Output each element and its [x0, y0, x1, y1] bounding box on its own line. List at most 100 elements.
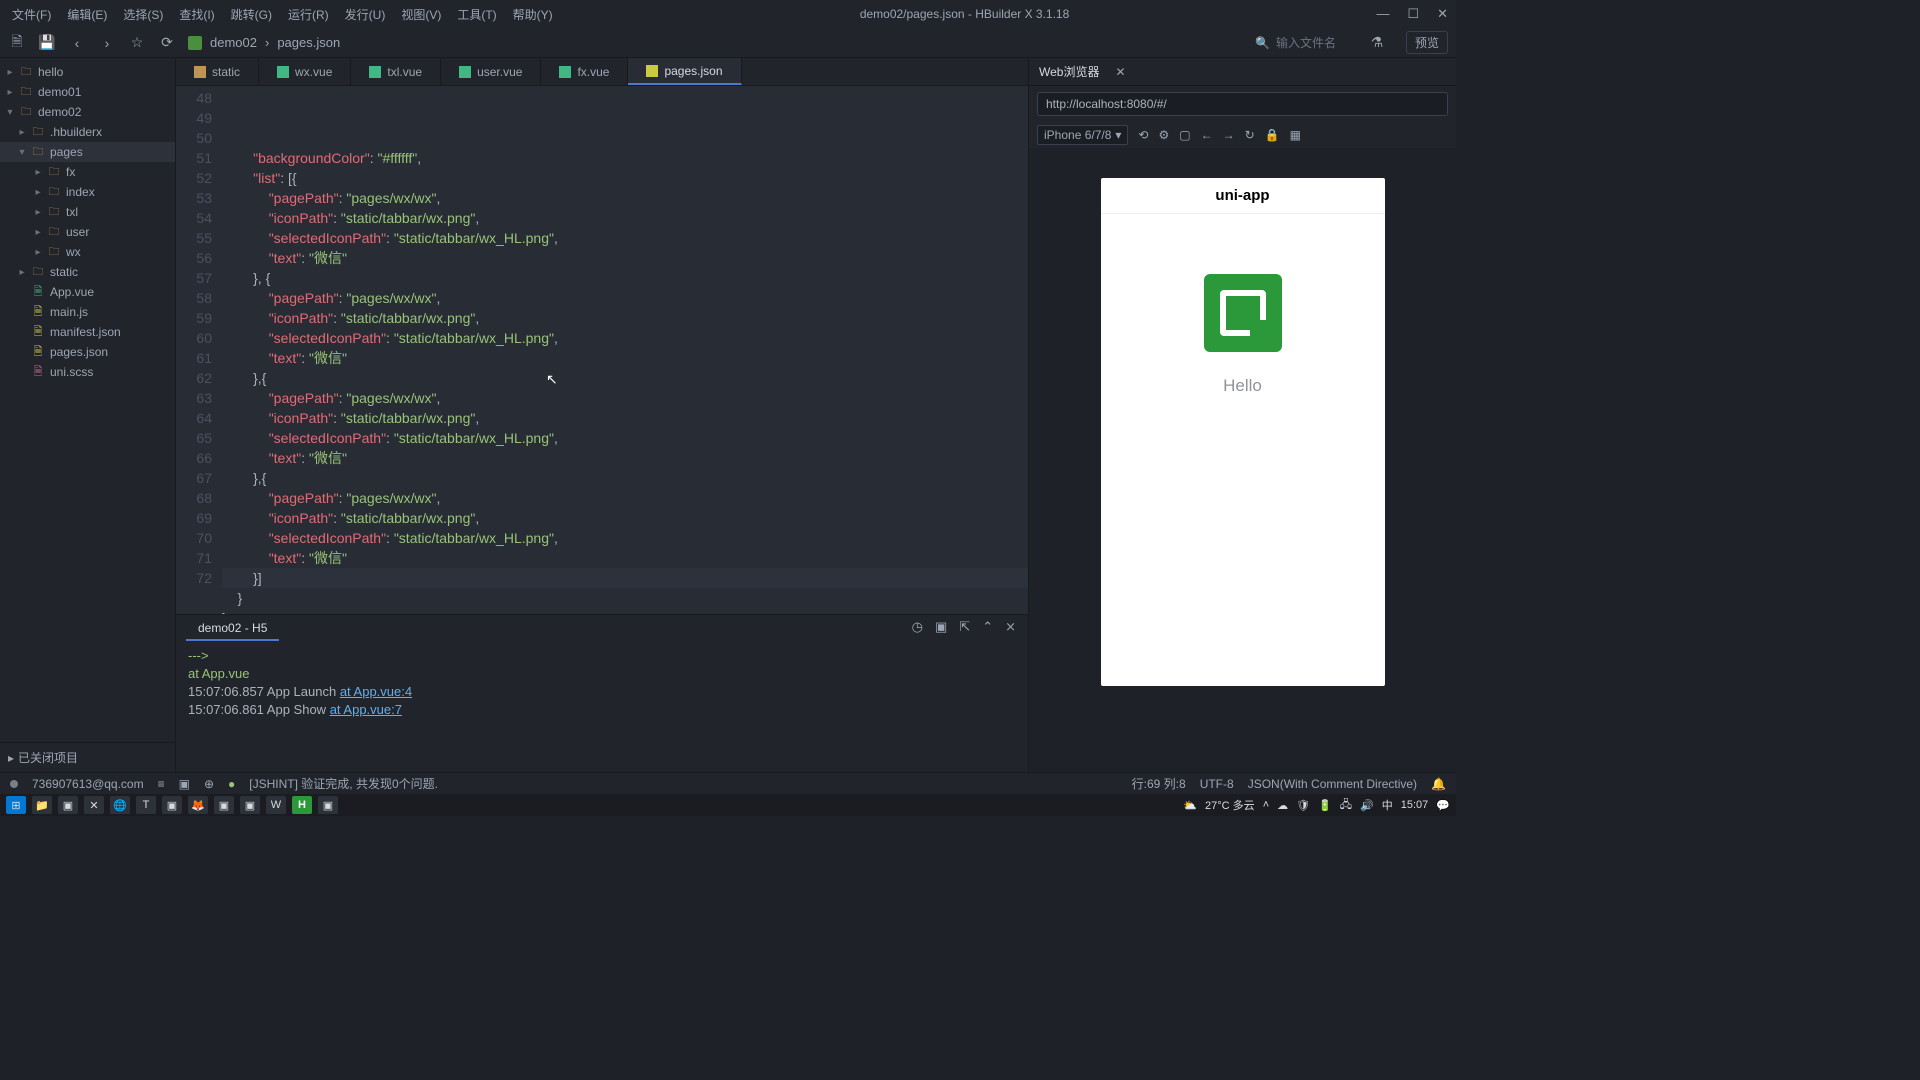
breadcrumb-file[interactable]: pages.json [277, 35, 340, 50]
maximize-icon[interactable]: ☐ [1407, 6, 1419, 22]
tree-item[interactable]: ▸🗀.hbuilderx [0, 122, 175, 142]
editor-tab[interactable]: user.vue [441, 58, 541, 85]
tree-item[interactable]: 🗎uni.scss [0, 362, 175, 382]
tree-item[interactable]: ▸🗀fx [0, 162, 175, 182]
tree-item[interactable]: 🗎manifest.json [0, 322, 175, 342]
menu-item[interactable]: 查找(I) [179, 6, 214, 23]
new-file-icon[interactable]: 🗎 [8, 34, 26, 52]
status-user[interactable]: 736907613@qq.com [32, 777, 144, 791]
tree-item[interactable]: 🗎pages.json [0, 342, 175, 362]
tree-item[interactable]: ▸🗀index [0, 182, 175, 202]
device-select[interactable]: iPhone 6/7/8 ▾ [1037, 125, 1128, 145]
taskbar-app-icon[interactable]: ✕ [84, 796, 104, 814]
notifications-icon[interactable]: 💬 [1436, 799, 1450, 812]
editor-tab[interactable]: static [176, 58, 259, 85]
tray-chevron-icon[interactable]: ˄ [1263, 799, 1269, 811]
cursor-position[interactable]: 行:69 列:8 [1132, 775, 1186, 792]
minimize-icon[interactable]: — [1376, 6, 1389, 22]
clock[interactable]: 15:07 [1401, 799, 1429, 811]
taskbar-app-icon[interactable]: ▣ [58, 796, 78, 814]
system-tray[interactable]: ⛅ 27°C 多云 ˄ ☁ 🛡 🔋 🖧 🔊 中 15:07 💬 [1183, 796, 1450, 815]
globe-icon[interactable]: ⊕ [204, 777, 214, 791]
indent-icon[interactable]: ≡ [158, 777, 165, 791]
tree-item[interactable]: ▸🗀demo01 [0, 82, 175, 102]
start-icon[interactable]: ⊞ [6, 796, 26, 814]
console-output[interactable]: ---> at App.vue15:07:06.857 App Launch a… [176, 641, 1028, 772]
code-editor[interactable]: 4849505152535455565758596061626364656667… [176, 86, 1028, 614]
phone-preview[interactable]: uni-app Hello [1101, 178, 1385, 686]
menu-item[interactable]: 选择(S) [123, 6, 163, 23]
tray-battery-icon[interactable]: 🔋 [1318, 799, 1332, 812]
browser-window-icon[interactable]: ▢ [1179, 128, 1190, 142]
tree-item[interactable]: ▸🗀txl [0, 202, 175, 222]
menu-item[interactable]: 运行(R) [288, 6, 329, 23]
browser-refresh-icon[interactable]: ⟲ [1138, 128, 1148, 142]
terminal-icon[interactable]: ▣ [179, 777, 190, 791]
taskbar-app-icon[interactable]: 🦊 [188, 796, 208, 814]
taskbar-app-icon[interactable]: ▣ [318, 796, 338, 814]
console-clock-icon[interactable]: ◷ [912, 619, 923, 635]
console-stop-icon[interactable]: ▣ [935, 619, 947, 635]
editor-tab[interactable]: txl.vue [351, 58, 441, 85]
browser-grid-icon[interactable]: ▦ [1290, 128, 1301, 142]
menu-item[interactable]: 帮助(Y) [513, 6, 553, 23]
taskbar-app-icon[interactable]: T [136, 796, 156, 814]
hbuilder-taskbar-icon[interactable]: H [292, 796, 312, 814]
editor-tab[interactable]: fx.vue [541, 58, 628, 85]
tree-item[interactable]: ▸🗀static [0, 262, 175, 282]
star-icon[interactable]: ☆ [128, 34, 146, 52]
tray-security-icon[interactable]: 🛡 [1296, 799, 1310, 812]
menu-item[interactable]: 视图(V) [401, 6, 441, 23]
console-close-icon[interactable]: ⨯ [1005, 619, 1016, 635]
browser-lock-icon[interactable]: 🔒 [1265, 128, 1280, 142]
bell-icon[interactable]: 🔔 [1431, 777, 1446, 791]
tree-item[interactable]: 🗎main.js [0, 302, 175, 322]
browser-gear-icon[interactable]: ⚙ [1158, 128, 1169, 142]
menu-item[interactable]: 工具(T) [457, 6, 496, 23]
console-export-icon[interactable]: ⇱ [959, 619, 970, 635]
filter-icon[interactable]: ⚗ [1368, 34, 1386, 52]
file-search[interactable]: 🔍 输入文件名 [1255, 34, 1336, 51]
menu-item[interactable]: 发行(U) [345, 6, 386, 23]
browser-back-icon[interactable]: ← [1201, 128, 1213, 142]
preview-button[interactable]: 预览 [1406, 31, 1448, 54]
menu-item[interactable]: 文件(F) [12, 6, 51, 23]
tray-volume-icon[interactable]: 🔊 [1360, 799, 1374, 812]
browser-reload-icon[interactable]: ↻ [1245, 128, 1255, 142]
back-icon[interactable]: ‹ [68, 34, 86, 52]
browser-forward-icon[interactable]: → [1223, 128, 1235, 142]
tree-item[interactable]: 🗎App.vue [0, 282, 175, 302]
tree-item[interactable]: ▸🗀user [0, 222, 175, 242]
panel-close-icon[interactable]: ✕ [1115, 65, 1125, 79]
ime-indicator[interactable]: 中 [1382, 797, 1393, 813]
save-icon[interactable]: 💾 [38, 34, 56, 52]
url-input[interactable]: http://localhost:8080/#/ [1037, 92, 1448, 116]
taskbar-app-icon[interactable]: ▣ [214, 796, 234, 814]
refresh-icon[interactable]: ⟳ [158, 34, 176, 52]
menu-item[interactable]: 编辑(E) [67, 6, 107, 23]
file-language[interactable]: JSON(With Comment Directive) [1248, 777, 1417, 791]
editor-tab[interactable]: wx.vue [259, 58, 351, 85]
taskbar-app-icon[interactable]: ▣ [162, 796, 182, 814]
closed-projects[interactable]: ▸ 已关闭项目 [0, 742, 175, 772]
lint-status[interactable]: [JSHINT] 验证完成, 共发现0个问题. [249, 775, 438, 792]
taskbar-app-icon[interactable]: 📁 [32, 796, 52, 814]
file-encoding[interactable]: UTF-8 [1200, 777, 1234, 791]
console-tab[interactable]: demo02 - H5 [186, 617, 279, 641]
tree-item[interactable]: ▾🗀pages [0, 142, 175, 162]
taskbar-app-icon[interactable]: ▣ [240, 796, 260, 814]
forward-icon[interactable]: › [98, 34, 116, 52]
code-content[interactable]: ↖ "backgroundColor": "#ffffff", "list": … [222, 86, 1028, 614]
taskbar-app-icon[interactable]: W [266, 796, 286, 814]
tree-item[interactable]: ▸🗀hello [0, 62, 175, 82]
menu-item[interactable]: 跳转(G) [231, 6, 272, 23]
taskbar-app-icon[interactable]: 🌐 [110, 796, 130, 814]
tree-item[interactable]: ▸🗀wx [0, 242, 175, 262]
tray-network-icon[interactable]: 🖧 [1340, 796, 1352, 815]
close-icon[interactable]: ✕ [1437, 6, 1448, 22]
console-collapse-icon[interactable]: ⌃ [982, 619, 993, 635]
tree-item[interactable]: ▾🗀demo02 [0, 102, 175, 122]
editor-tab[interactable]: pages.json [628, 58, 741, 85]
tray-cloud-icon[interactable]: ☁ [1277, 799, 1288, 812]
breadcrumb-project[interactable]: demo02 [210, 35, 257, 50]
